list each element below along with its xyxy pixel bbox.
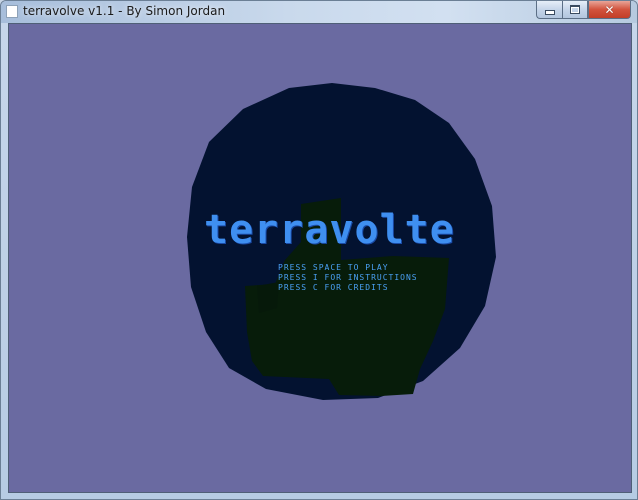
menu-credits[interactable]: PRESS C FOR CREDITS — [278, 283, 418, 293]
minimize-button[interactable] — [536, 1, 562, 19]
game-viewport[interactable]: terravolte PRESS SPACE TO PLAY PRESS I F… — [8, 23, 632, 493]
window-title: terravolve v1.1 - By Simon Jordan — [23, 4, 226, 18]
app-icon[interactable] — [6, 5, 18, 18]
minimize-icon — [544, 10, 555, 15]
close-icon: ✕ — [604, 2, 615, 17]
maximize-icon — [570, 5, 580, 14]
game-scene — [187, 83, 496, 400]
game-logo: terravolte — [204, 207, 455, 253]
caption-buttons: ✕ — [536, 1, 631, 19]
menu-instructions[interactable]: PRESS I FOR INSTRUCTIONS — [278, 273, 418, 283]
planet-landmass-lobe — [257, 282, 279, 313]
close-button[interactable]: ✕ — [588, 1, 631, 19]
main-menu: PRESS SPACE TO PLAY PRESS I FOR INSTRUCT… — [278, 263, 418, 293]
app-window: terravolve v1.1 - By Simon Jordan ✕ terr… — [0, 0, 638, 500]
maximize-button[interactable] — [562, 1, 588, 19]
title-bar[interactable]: terravolve v1.1 - By Simon Jordan ✕ — [1, 1, 637, 23]
menu-play[interactable]: PRESS SPACE TO PLAY — [278, 263, 418, 273]
